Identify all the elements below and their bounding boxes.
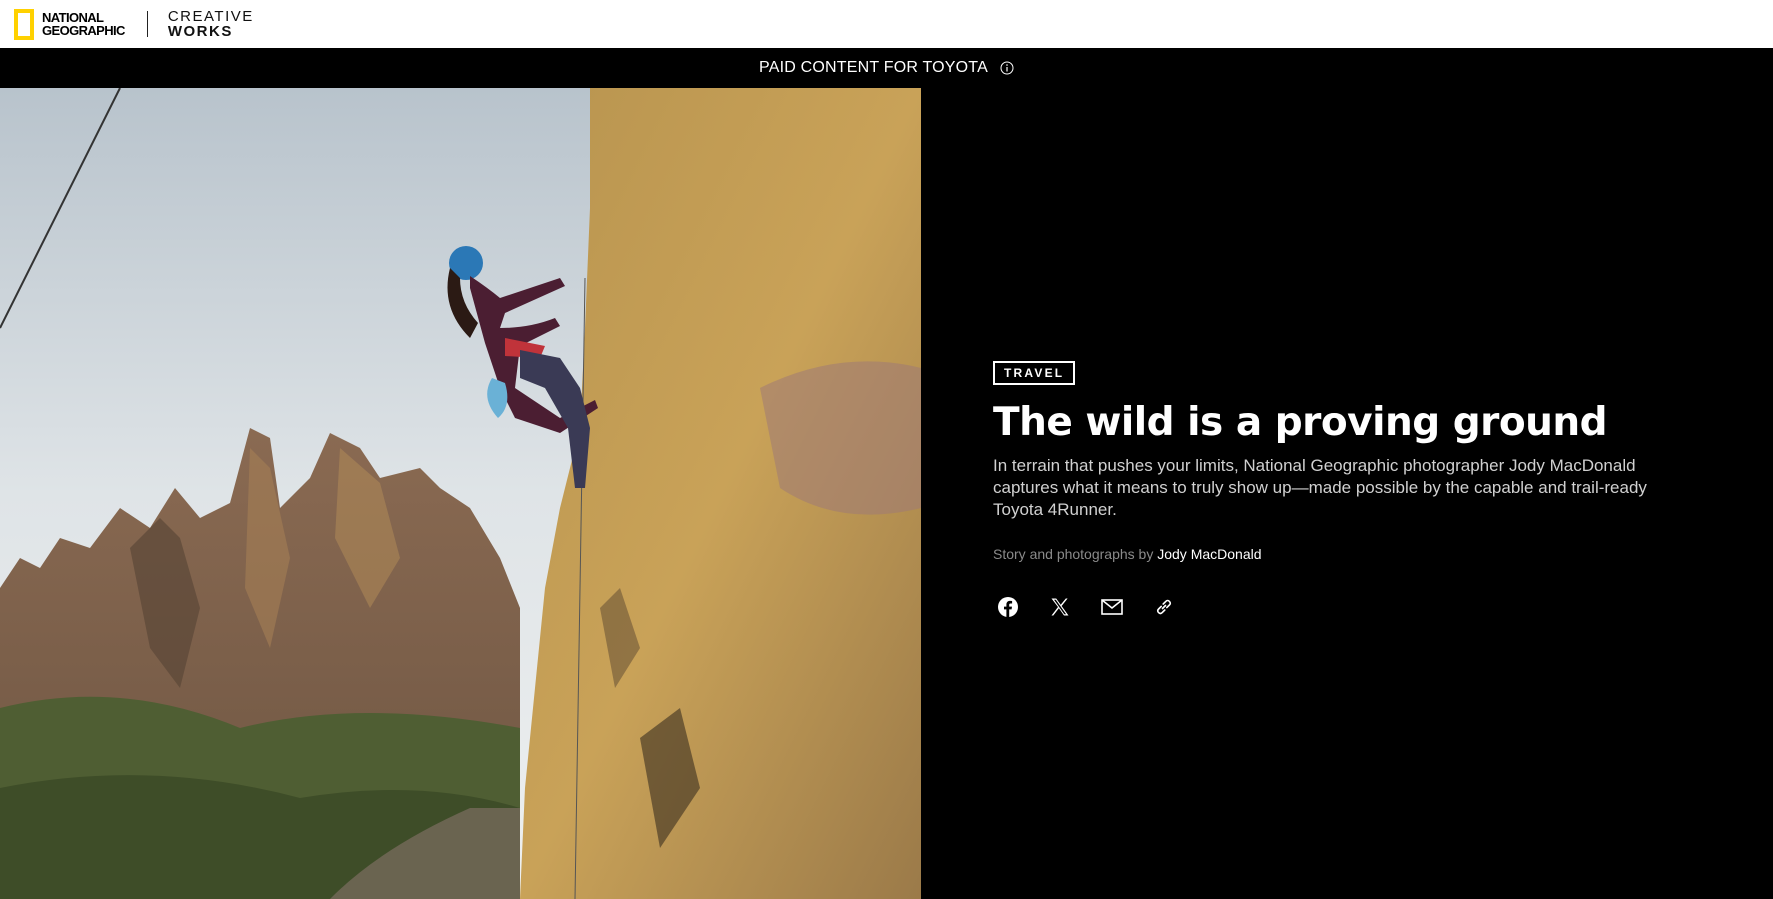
paid-content-label: PAID CONTENT FOR TOYOTA bbox=[759, 59, 988, 76]
brand-line-2: GEOGRAPHIC bbox=[42, 23, 125, 38]
byline-prefix: Story and photographs by bbox=[993, 546, 1154, 562]
article-dek: In terrain that pushes your limits, Nati… bbox=[993, 456, 1647, 519]
site-header: NATIONAL GEOGRAPHIC CREATIVE WORKS bbox=[0, 0, 1773, 48]
author-name[interactable]: Jody MacDonald bbox=[1157, 546, 1261, 562]
x-icon[interactable] bbox=[1049, 596, 1071, 618]
article-panel: TRAVEL The wild is a proving ground In t… bbox=[921, 88, 1773, 899]
category-tag[interactable]: TRAVEL bbox=[993, 361, 1076, 385]
info-icon[interactable] bbox=[1000, 61, 1014, 75]
logo-divider bbox=[146, 11, 148, 37]
sub-line-2: WORKS bbox=[167, 23, 233, 40]
article-title: The wild is a proving ground bbox=[993, 400, 1608, 445]
yellow-border-icon bbox=[14, 8, 34, 40]
share-bar bbox=[993, 596, 1175, 618]
link-icon[interactable] bbox=[1153, 596, 1175, 618]
creative-works-logo[interactable]: CREATIVE WORKS bbox=[168, 9, 254, 39]
byline: Story and photographs by Jody MacDonald bbox=[993, 546, 1262, 562]
paid-content-bar: PAID CONTENT FOR TOYOTA bbox=[0, 48, 1773, 88]
sub-line-1: CREATIVE bbox=[167, 8, 254, 25]
national-geographic-logo[interactable]: NATIONAL GEOGRAPHIC bbox=[14, 8, 125, 40]
brand-wordmark: NATIONAL GEOGRAPHIC bbox=[42, 11, 125, 37]
facebook-icon[interactable] bbox=[997, 596, 1019, 618]
hero-photo-climber bbox=[0, 88, 921, 899]
email-icon[interactable] bbox=[1101, 596, 1123, 618]
